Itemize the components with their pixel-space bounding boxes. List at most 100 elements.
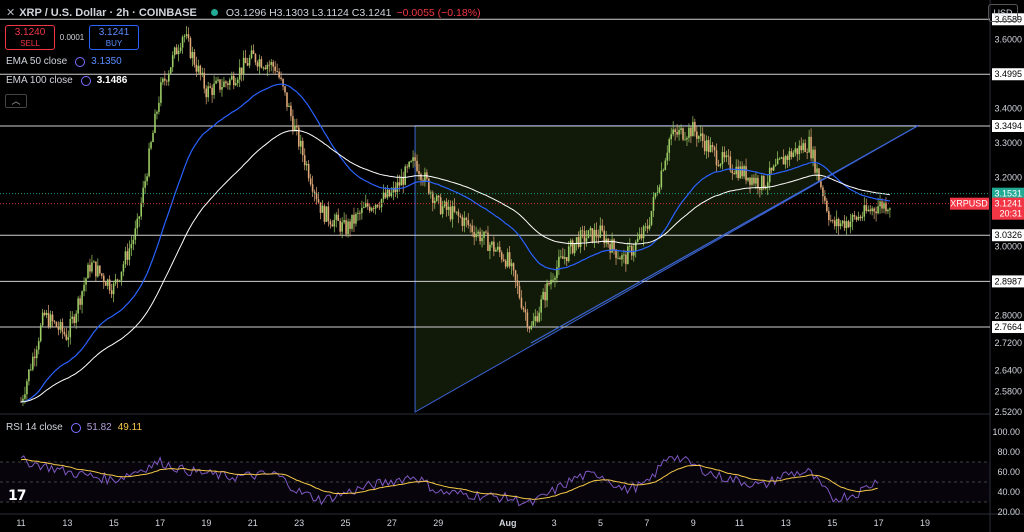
candle-body (33, 356, 36, 359)
symbol-title[interactable]: XRP / U.S. Dollar · 2h · COINBASE (19, 7, 197, 19)
time-tick: 23 (294, 518, 304, 528)
candle-body (221, 87, 223, 90)
candle-body (236, 79, 239, 84)
candle-body (311, 184, 314, 192)
ema100-legend[interactable]: EMA 100 close 3.1486 (6, 75, 127, 86)
candle-body (802, 143, 805, 151)
candle-body (61, 322, 64, 332)
candle-body (465, 217, 468, 220)
candle-body (824, 196, 826, 201)
candle-body (560, 256, 562, 258)
tradingview-logo[interactable]: 17 (8, 488, 27, 504)
time-tick: 9 (691, 518, 696, 528)
candle-body (839, 223, 842, 227)
candle-body (424, 172, 426, 183)
last-price-text: 3.1241 (994, 199, 1022, 209)
rsi-legend[interactable]: RSI 14 close 51.82 49.11 (6, 422, 142, 433)
currency-selector[interactable]: USD (988, 4, 1018, 22)
candle-body (554, 277, 556, 280)
candle-body (617, 257, 619, 259)
candle-body (833, 220, 836, 227)
candle-body (254, 54, 257, 63)
candle-body (497, 246, 499, 250)
price-tick: 2.6400 (994, 366, 1022, 376)
candle-body (258, 59, 261, 67)
candle-body (453, 206, 456, 212)
candle-body (120, 271, 123, 281)
candle-body (282, 79, 284, 87)
time-tick: 13 (62, 518, 72, 528)
candle-body (388, 189, 391, 197)
candle-body (493, 241, 495, 252)
candle-body (301, 140, 304, 156)
candle-body (800, 145, 803, 151)
candle-body (514, 270, 517, 281)
candle-body (786, 155, 789, 160)
ema100-value: 3.1486 (96, 75, 128, 86)
collapse-legend-button[interactable]: ︿ (5, 94, 27, 108)
chart-header: ✕ XRP / U.S. Dollar · 2h · COINBASE O3.1… (6, 6, 481, 20)
candle-body (303, 155, 306, 166)
candle-body (374, 204, 377, 209)
candle-body (871, 208, 873, 212)
candle-body (195, 64, 198, 72)
candle-body (589, 228, 592, 231)
candle-body (481, 237, 483, 242)
candle-body (451, 206, 454, 220)
candle-body (331, 224, 334, 227)
candle-body (252, 50, 255, 55)
candle-body (847, 221, 850, 228)
candle-body (341, 222, 343, 232)
candle-body (806, 152, 808, 153)
candle-body (550, 279, 552, 285)
candle-body (887, 209, 889, 212)
settings-icon[interactable] (75, 56, 86, 67)
candle-body (431, 192, 434, 204)
price-chart[interactable]: 3.60003.50003.40003.30003.20003.10003.00… (0, 0, 1024, 532)
candle-body (363, 206, 365, 208)
candle-body (757, 177, 759, 189)
symbol-tag-text: XRPUSD (950, 199, 988, 209)
candle-body (859, 216, 862, 219)
candle-body (613, 239, 615, 250)
candle-body (189, 38, 192, 58)
buy-button[interactable]: 3.1241 BUY (89, 25, 139, 50)
candle-body (670, 134, 672, 140)
candle-body (459, 215, 462, 218)
time-tick: 3 (552, 518, 557, 528)
candle-body (317, 199, 320, 203)
candle-body (122, 264, 125, 272)
candle-body (692, 121, 694, 137)
candle-body (197, 65, 200, 72)
level-tag-text: 3.4995 (994, 69, 1022, 79)
candle-body (166, 80, 168, 82)
candle-body (288, 105, 290, 107)
candle-body (485, 231, 487, 233)
candle-body (845, 221, 848, 229)
candle-body (368, 206, 371, 211)
candle-body (30, 369, 32, 371)
candle-body (24, 394, 26, 399)
sell-button[interactable]: 3.1240 SELL (5, 25, 55, 50)
ema50-legend[interactable]: EMA 50 close 3.1350 (6, 56, 122, 67)
candle-body (759, 188, 761, 190)
settings-icon[interactable] (80, 75, 91, 86)
candle-body (229, 79, 231, 86)
candle-body (85, 278, 87, 285)
candle-body (223, 81, 225, 88)
candle-body (114, 279, 117, 284)
candle-body (116, 279, 119, 281)
candle-body (144, 181, 146, 188)
countdown-text: 20:31 (999, 209, 1022, 219)
candle-body (171, 55, 174, 68)
candle-body (199, 65, 202, 75)
settings-icon[interactable] (70, 422, 81, 433)
candle-body (410, 160, 412, 162)
candle-body (650, 210, 653, 225)
candle-body (680, 128, 682, 130)
candle-body (727, 155, 730, 157)
candle-body (792, 152, 795, 157)
candle-body (404, 166, 407, 185)
candle-body (333, 219, 336, 227)
close-icon[interactable]: ✕ (6, 6, 15, 19)
